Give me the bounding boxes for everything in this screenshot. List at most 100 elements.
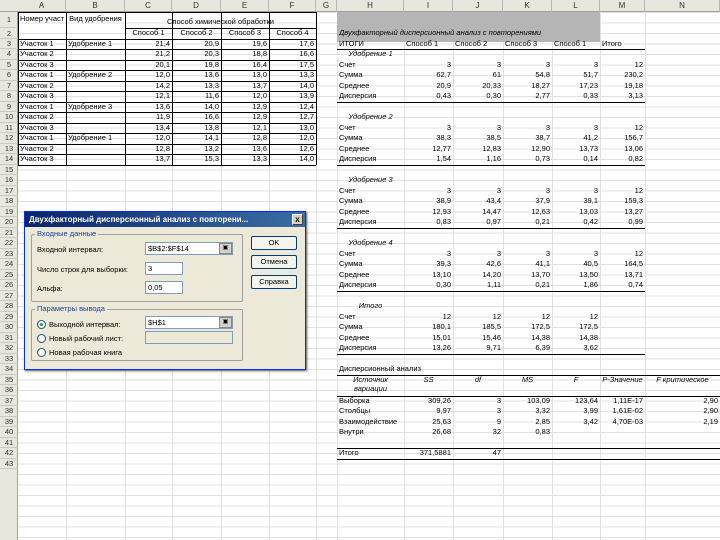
anova-col-header: df bbox=[474, 374, 482, 384]
anova-value: 0,83 bbox=[535, 427, 550, 436]
new-sheet-field[interactable] bbox=[145, 331, 233, 344]
output-range-radio[interactable] bbox=[37, 320, 46, 329]
row-header[interactable]: 30 bbox=[0, 322, 18, 333]
plot-cell: Участок 3 bbox=[20, 122, 54, 132]
row-header[interactable]: 43 bbox=[0, 459, 18, 469]
new-book-radio[interactable] bbox=[37, 348, 46, 357]
row-header[interactable]: 36 bbox=[0, 385, 18, 396]
col-header[interactable]: L bbox=[552, 0, 600, 12]
col-header[interactable]: M bbox=[600, 0, 645, 12]
row-header[interactable]: 23 bbox=[0, 249, 18, 259]
col-header[interactable]: B bbox=[66, 0, 125, 12]
row-header[interactable]: 34 bbox=[0, 364, 18, 375]
row-header[interactable]: 3 bbox=[0, 39, 18, 49]
row-header[interactable]: 2 bbox=[0, 28, 18, 39]
col-header[interactable]: F bbox=[269, 0, 316, 12]
row-header[interactable]: 15 bbox=[0, 165, 18, 175]
row-header[interactable]: 17 bbox=[0, 186, 18, 196]
row-header[interactable]: 37 bbox=[0, 396, 18, 406]
anova-value: 9,97 bbox=[436, 406, 451, 415]
stat-value: 12,77 bbox=[432, 143, 451, 153]
anova-value: 3 bbox=[496, 406, 501, 415]
range-picker-icon[interactable]: ▣ bbox=[219, 243, 232, 254]
row-header[interactable]: 13 bbox=[0, 144, 18, 154]
stat-label: Счет bbox=[339, 248, 356, 258]
row-header[interactable]: 42 bbox=[0, 448, 18, 459]
row-header[interactable]: 21 bbox=[0, 228, 18, 238]
value-cell: 13,0 bbox=[252, 70, 267, 79]
row-header[interactable]: 16 bbox=[0, 175, 18, 186]
alpha-field[interactable]: 0,05 bbox=[145, 281, 183, 294]
row-header[interactable]: 27 bbox=[0, 291, 18, 301]
col-header[interactable]: J bbox=[453, 0, 503, 12]
method-header: Способ 4 bbox=[276, 28, 309, 37]
row-header[interactable]: 35 bbox=[0, 375, 18, 385]
fertilizer-cell: Удобрение 1 bbox=[68, 38, 113, 48]
row-header[interactable]: 5 bbox=[0, 60, 18, 70]
row-header[interactable]: 33 bbox=[0, 354, 18, 364]
anova-value: 2,90 bbox=[703, 406, 718, 415]
row-header[interactable]: 38 bbox=[0, 406, 18, 417]
row-header[interactable]: 40 bbox=[0, 427, 18, 438]
row-header[interactable]: 20 bbox=[0, 217, 18, 228]
row-header[interactable]: 8 bbox=[0, 91, 18, 102]
ok-button[interactable]: OK bbox=[251, 236, 297, 250]
stat-value: 0,33 bbox=[583, 91, 598, 100]
anova-value: 4,70E-03 bbox=[612, 416, 643, 426]
row-header[interactable]: 25 bbox=[0, 270, 18, 280]
value-cell: 15,3 bbox=[204, 154, 219, 163]
col-header[interactable]: D bbox=[172, 0, 221, 12]
col-header[interactable]: E bbox=[221, 0, 269, 12]
stat-value: 159,3 bbox=[624, 196, 643, 205]
row-header[interactable]: 29 bbox=[0, 312, 18, 322]
value-cell: 13,9 bbox=[299, 91, 314, 100]
help-button[interactable]: Справка bbox=[251, 275, 297, 289]
col-header[interactable]: I bbox=[404, 0, 453, 12]
stat-value: 51,7 bbox=[583, 70, 598, 79]
output-picker-icon[interactable]: ▣ bbox=[219, 317, 232, 328]
row-header[interactable]: 4 bbox=[0, 49, 18, 60]
stat-value: 3 bbox=[446, 185, 451, 195]
stat-value: 13,50 bbox=[579, 269, 598, 279]
stat-value: 6,39 bbox=[535, 343, 550, 352]
row-header[interactable]: 24 bbox=[0, 259, 18, 270]
row-header[interactable]: 26 bbox=[0, 280, 18, 291]
close-icon[interactable]: x bbox=[292, 214, 303, 225]
value-cell: 13,2 bbox=[204, 143, 219, 153]
anova-dialog[interactable]: Двухфакторный дисперсионный анализ с пов… bbox=[24, 211, 306, 370]
col-header[interactable]: K bbox=[503, 0, 552, 12]
value-cell: 18,8 bbox=[252, 49, 267, 58]
stat-value: 0,14 bbox=[583, 154, 598, 163]
row-header[interactable]: 22 bbox=[0, 238, 18, 249]
col-header[interactable]: H bbox=[337, 0, 404, 12]
anova-value: 1,61E-02 bbox=[612, 406, 643, 415]
row-header[interactable]: 9 bbox=[0, 102, 18, 112]
row-header[interactable]: 6 bbox=[0, 70, 18, 81]
stat-value: 41,2 bbox=[583, 133, 598, 142]
row-header[interactable]: 7 bbox=[0, 81, 18, 91]
row-header[interactable]: 10 bbox=[0, 112, 18, 123]
row-header[interactable]: 11 bbox=[0, 123, 18, 133]
row-header[interactable]: 12 bbox=[0, 133, 18, 144]
row-header[interactable]: 41 bbox=[0, 438, 18, 448]
cancel-button[interactable]: Отмена bbox=[251, 255, 297, 269]
stat-value bbox=[602, 333, 643, 344]
new-sheet-radio[interactable] bbox=[37, 334, 46, 343]
col-header[interactable]: A bbox=[18, 0, 66, 12]
row-header[interactable]: 28 bbox=[0, 301, 18, 312]
rows-per-sample-field[interactable]: 3 bbox=[145, 262, 183, 275]
col-header[interactable]: G bbox=[316, 0, 337, 12]
row-header[interactable]: 31 bbox=[0, 333, 18, 343]
col-header[interactable]: N bbox=[645, 0, 720, 12]
row-header[interactable]: 1 bbox=[0, 12, 18, 28]
row-header[interactable]: 19 bbox=[0, 207, 18, 217]
value-cell: 14,1 bbox=[204, 133, 219, 142]
summary-col-header: Итого bbox=[602, 38, 622, 48]
row-header[interactable]: 32 bbox=[0, 343, 18, 354]
dialog-titlebar[interactable]: Двухфакторный дисперсионный анализ с пов… bbox=[25, 212, 305, 227]
stat-value: 1,54 bbox=[436, 154, 451, 163]
col-header[interactable]: C bbox=[125, 0, 172, 12]
row-header[interactable]: 14 bbox=[0, 154, 18, 165]
row-header[interactable]: 18 bbox=[0, 196, 18, 207]
row-header[interactable]: 39 bbox=[0, 417, 18, 427]
